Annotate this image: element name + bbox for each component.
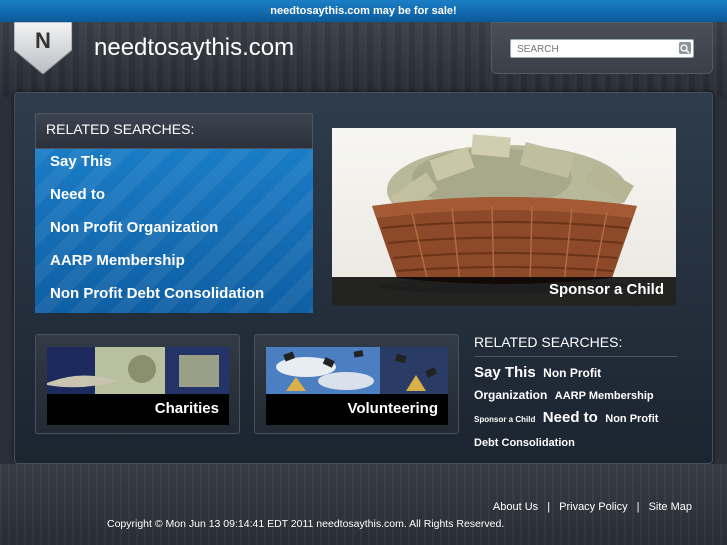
tag-say-this[interactable]: Say This: [474, 364, 536, 381]
charities-image: [47, 347, 229, 395]
copyright-text: Copyright © Mon Jun 13 09:14:41 EDT 2011…: [107, 518, 505, 530]
footer-links: About Us | Privacy Policy | Site Map: [493, 501, 692, 513]
thumb-charities[interactable]: Charities: [35, 334, 240, 434]
sale-banner[interactable]: needtosaythis.com may be for sale!: [0, 0, 727, 22]
thumb-caption-bar: Charities: [47, 394, 229, 425]
tag-aarp-membership[interactable]: AARP Membership: [555, 390, 654, 402]
hero-caption[interactable]: Sponsor a Child: [549, 281, 664, 298]
search-icon[interactable]: [679, 42, 691, 54]
sale-banner-text[interactable]: needtosaythis.com may be for sale!: [270, 5, 456, 17]
footer-link-privacy-policy[interactable]: Privacy Policy: [559, 501, 627, 513]
search-input[interactable]: [510, 39, 694, 58]
site-title[interactable]: needtosaythis.com: [94, 34, 294, 62]
related-link-say-this[interactable]: Say This: [50, 153, 112, 170]
related-link-need-to[interactable]: Need to: [50, 186, 105, 203]
logo-shield-icon: N: [13, 21, 73, 75]
tag-sponsor-a-child[interactable]: Sponsor a Child: [474, 415, 535, 424]
volunteering-image: [266, 347, 448, 395]
footer-link-about-us[interactable]: About Us: [493, 501, 538, 513]
thumb-caption-bar: Volunteering: [266, 394, 448, 425]
related-searches-heading: RELATED SEARCHES:: [46, 121, 195, 137]
logo-badge[interactable]: N: [13, 21, 73, 75]
related-searches-heading-right: RELATED SEARCHES:: [474, 334, 678, 357]
hero-banner[interactable]: Sponsor a Child: [332, 128, 676, 306]
thumb-caption-charities[interactable]: Charities: [155, 400, 219, 417]
thumb-caption-volunteering[interactable]: Volunteering: [347, 400, 438, 417]
footer-separator: |: [547, 501, 551, 513]
footer-link-site-map[interactable]: Site Map: [649, 501, 692, 513]
related-link-aarp-membership[interactable]: AARP Membership: [50, 252, 185, 269]
related-links-list: Say This Need to Non Profit Organization…: [35, 149, 313, 313]
hero-caption-bar: Sponsor a Child: [332, 277, 676, 306]
related-link-non-profit-organization[interactable]: Non Profit Organization: [50, 219, 218, 236]
related-link-debt-consolidation[interactable]: Non Profit Debt Consolidation: [50, 285, 264, 302]
thumb-volunteering[interactable]: Volunteering: [254, 334, 459, 434]
logo-letter: N: [35, 28, 51, 53]
tag-need-to[interactable]: Need to: [543, 409, 598, 426]
tag-cloud: Say This Non Profit Organization AARP Me…: [474, 362, 679, 454]
search-panel: [491, 22, 713, 74]
footer-separator: |: [636, 501, 640, 513]
related-searches-header: RELATED SEARCHES:: [35, 113, 313, 149]
